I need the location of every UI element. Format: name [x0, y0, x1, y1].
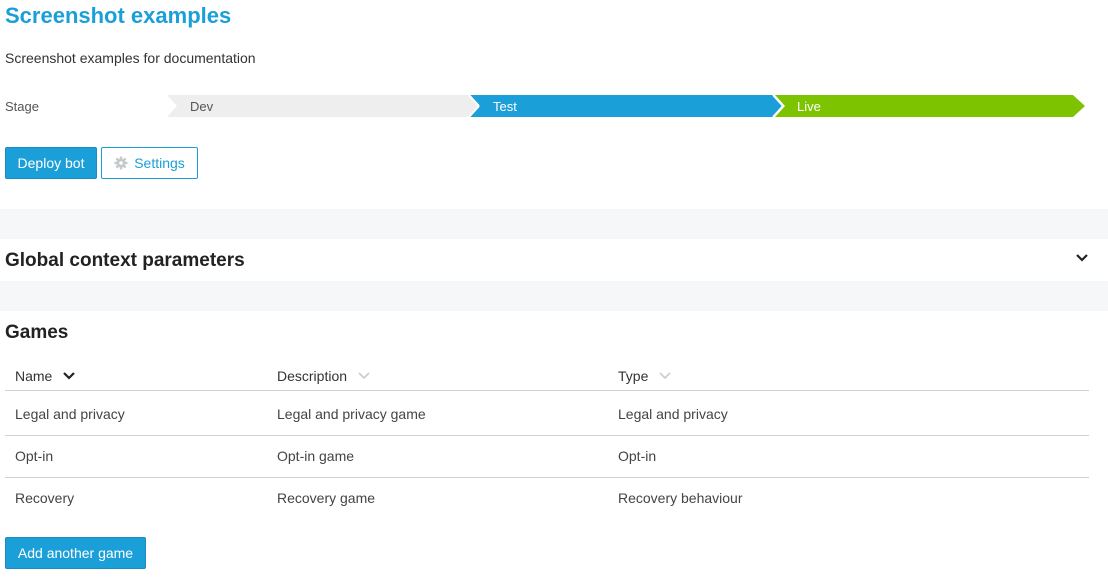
- page-subtitle: Screenshot examples for documentation: [5, 50, 256, 66]
- stage-label: Stage: [5, 99, 39, 114]
- stage-step-live[interactable]: [775, 95, 1085, 117]
- global-context-title: Global context parameters: [5, 250, 245, 271]
- global-context-header[interactable]: Global context parameters: [0, 239, 1108, 281]
- settings-label: Settings: [134, 155, 185, 171]
- add-game-label: Add another game: [17, 545, 134, 561]
- stage-step-dev[interactable]: [167, 95, 479, 117]
- row-divider: [5, 435, 1089, 436]
- section-divider: [0, 281, 1108, 311]
- cell-name: Opt-in: [15, 448, 54, 464]
- cell-type: Recovery behaviour: [618, 490, 743, 506]
- cell-name: Legal and privacy: [15, 406, 125, 422]
- cell-description: Legal and privacy game: [277, 406, 426, 422]
- cell-type: Legal and privacy: [618, 406, 728, 422]
- sort-icon: [358, 372, 370, 380]
- cell-type: Opt-in: [618, 448, 657, 464]
- deploy-bot-button[interactable]: Deploy bot: [5, 147, 97, 179]
- settings-button[interactable]: Settings: [101, 147, 198, 179]
- cell-description: Recovery game: [277, 490, 376, 506]
- column-header-name[interactable]: Name: [15, 368, 76, 384]
- table-header-divider: [5, 390, 1089, 391]
- stage-step-live-label: Live: [797, 99, 821, 114]
- gear-icon: [114, 156, 128, 170]
- column-header-name-label: Name: [15, 368, 53, 384]
- cell-description: Opt-in game: [277, 448, 355, 464]
- column-header-type-label: Type: [618, 368, 649, 384]
- games-title: Games: [5, 322, 69, 343]
- row-divider: [5, 477, 1089, 478]
- deploy-bot-label: Deploy bot: [17, 155, 85, 171]
- sort-desc-icon: [63, 372, 76, 380]
- chevron-down-icon[interactable]: [1075, 253, 1089, 263]
- stage-step-test-label: Test: [493, 99, 517, 114]
- column-header-type[interactable]: Type: [618, 368, 672, 384]
- cell-name: Recovery: [15, 490, 75, 506]
- column-header-description-label: Description: [277, 368, 348, 384]
- sort-icon: [659, 372, 671, 380]
- section-divider: [0, 209, 1108, 239]
- stage-progress: [167, 95, 1085, 117]
- stage-step-dev-label: Dev: [190, 99, 214, 114]
- page-title: Screenshot examples: [5, 3, 232, 28]
- column-header-description[interactable]: Description: [277, 368, 371, 384]
- add-game-button[interactable]: Add another game: [5, 537, 146, 569]
